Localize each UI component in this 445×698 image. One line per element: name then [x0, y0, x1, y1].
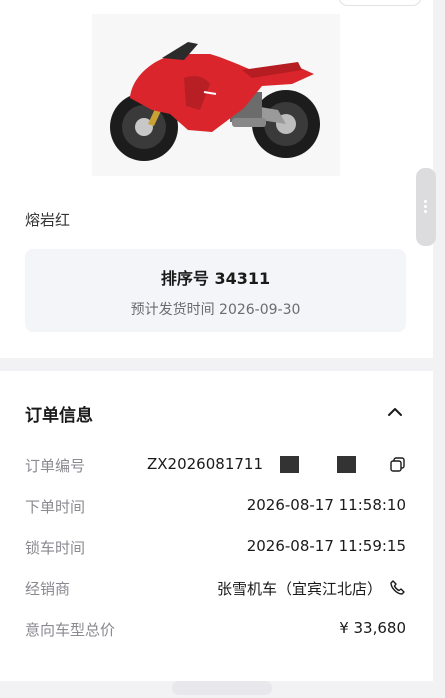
- order-info-title: 订单信息: [25, 406, 93, 426]
- order-info-card: 订单信息 订单编号 ZX2026081711 下单时间 2026-08-17 1…: [0, 371, 433, 681]
- bottom-indicator: [172, 681, 272, 695]
- order-time-label: 下单时间: [25, 498, 86, 516]
- phone-icon[interactable]: [389, 579, 406, 596]
- order-number-label: 订单编号: [25, 457, 86, 475]
- top-pill-button[interactable]: [338, 0, 422, 6]
- order-number-value: ZX2026081711: [147, 455, 263, 473]
- estimated-delivery: 预计发货时间 2026-09-30: [130, 302, 301, 318]
- color-name: 熔岩红: [25, 211, 71, 229]
- copy-icon[interactable]: [389, 456, 406, 473]
- side-drag-handle[interactable]: [416, 168, 436, 246]
- order-time-row: 下单时间 2026-08-17 11:58:10: [25, 494, 406, 518]
- redaction-block: [280, 456, 299, 473]
- total-price-value: ¥ 33,680: [339, 619, 406, 637]
- chevron-up-icon[interactable]: [386, 403, 404, 421]
- motorcycle-image: [92, 14, 340, 176]
- dealer-value: 张雪机车（宜宾江北店）: [216, 580, 382, 598]
- queue-number: 排序号 34311: [160, 269, 271, 288]
- total-price-label: 意向车型总价: [25, 621, 116, 639]
- lock-time-label: 锁车时间: [25, 539, 86, 557]
- dealer-row: 经销商 张雪机车（宜宾江北店）: [25, 576, 406, 600]
- dealer-label: 经销商: [25, 580, 71, 598]
- redaction-block: [337, 456, 356, 473]
- lock-time-value: 2026-08-17 11:59:15: [246, 537, 406, 555]
- product-card: 熔岩红 排序号 34311 预计发货时间 2026-09-30: [0, 0, 433, 358]
- order-number-row: 订单编号 ZX2026081711: [25, 453, 406, 477]
- queue-info-panel: 排序号 34311 预计发货时间 2026-09-30: [25, 249, 406, 332]
- lock-time-row: 锁车时间 2026-08-17 11:59:15: [25, 535, 406, 559]
- total-price-row: 意向车型总价 ¥ 33,680: [25, 617, 406, 641]
- order-time-value: 2026-08-17 11:58:10: [246, 496, 406, 514]
- more-vertical-icon: [424, 200, 428, 214]
